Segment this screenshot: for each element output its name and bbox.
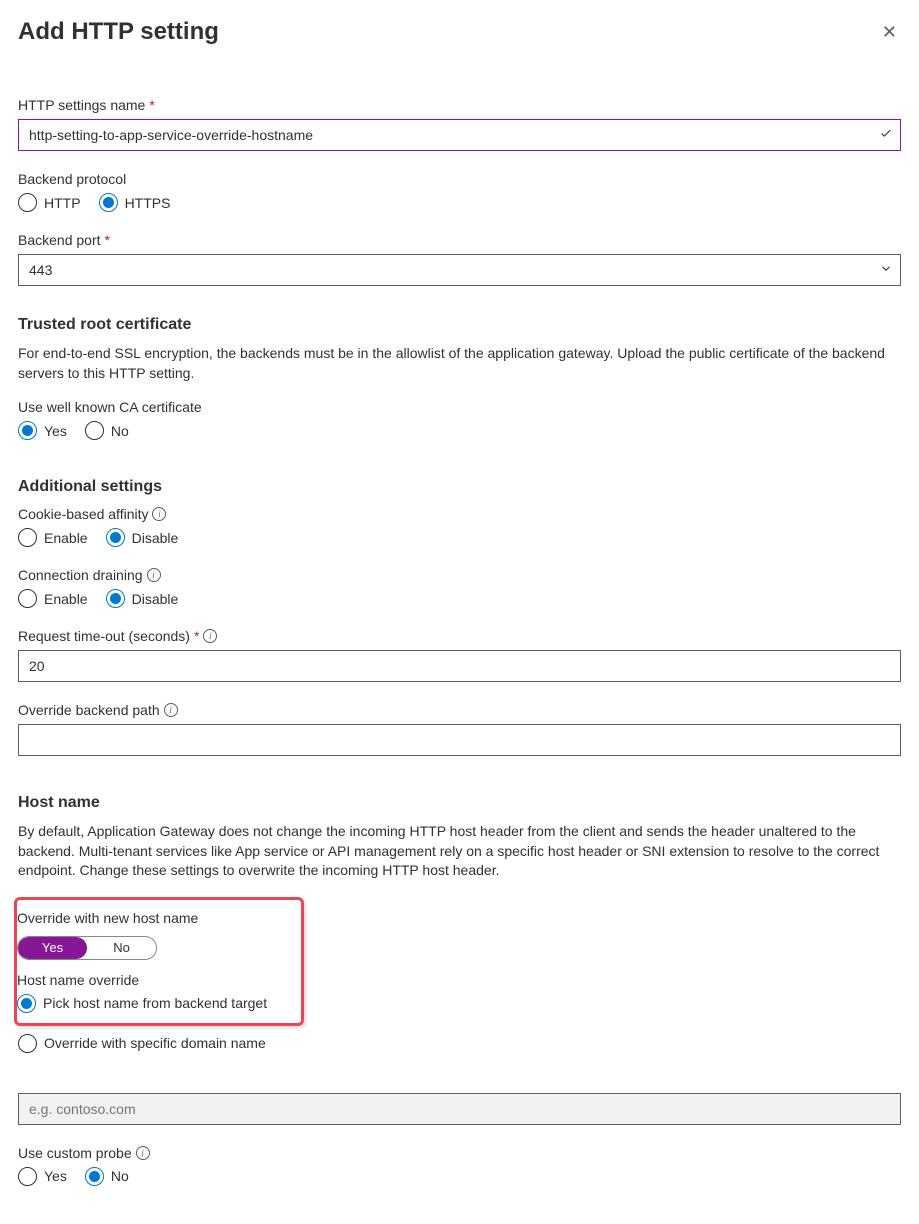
host-override-specific-radio[interactable]: Override with specific domain name [18,1034,901,1053]
ca-yes-radio[interactable]: Yes [18,421,67,440]
page-title: Add HTTP setting [18,18,219,46]
drain-disable-radio[interactable]: Disable [106,589,179,608]
custom-probe-label: Use custom probe i [18,1145,901,1161]
http-settings-name-label: HTTP settings name* [18,97,901,113]
radio-icon [18,589,37,608]
request-timeout-input[interactable] [18,650,901,682]
backend-port-input[interactable] [18,254,901,286]
host-name-heading: Host name [18,794,901,812]
host-name-override-label: Host name override [17,972,291,988]
trusted-root-heading: Trusted root certificate [18,316,901,334]
toggle-yes[interactable]: Yes [18,937,87,959]
cookie-affinity-label: Cookie-based affinity i [18,506,901,522]
radio-icon [106,589,125,608]
radio-icon [18,1167,37,1186]
toggle-no[interactable]: No [87,937,156,959]
info-icon[interactable]: i [136,1146,150,1160]
highlight-box: Override with new host name Yes No Host … [14,897,304,1026]
host-override-pick-radio[interactable]: Pick host name from backend target [17,994,291,1013]
backend-protocol-label: Backend protocol [18,171,901,187]
override-host-toggle[interactable]: Yes No [17,936,157,960]
domain-name-input [18,1093,901,1125]
host-name-description: By default, Application Gateway does not… [18,822,901,881]
info-icon[interactable]: i [164,703,178,717]
connection-draining-label: Connection draining i [18,567,901,583]
info-icon[interactable]: i [203,629,217,643]
trusted-root-description: For end-to-end SSL encryption, the backe… [18,344,901,383]
radio-icon [85,1167,104,1186]
request-timeout-label: Request time-out (seconds)* i [18,628,901,644]
radio-icon [18,193,37,212]
http-settings-name-input[interactable] [18,119,901,151]
probe-no-radio[interactable]: No [85,1167,129,1186]
ca-certificate-label: Use well known CA certificate [18,399,901,415]
override-backend-path-label: Override backend path i [18,702,901,718]
close-icon[interactable]: ✕ [878,18,901,47]
radio-icon [99,193,118,212]
radio-icon [85,421,104,440]
probe-yes-radio[interactable]: Yes [18,1167,67,1186]
additional-settings-heading: Additional settings [18,478,901,496]
override-backend-path-input[interactable] [18,724,901,756]
radio-icon [17,994,36,1013]
ca-no-radio[interactable]: No [85,421,129,440]
info-icon[interactable]: i [147,568,161,582]
info-icon[interactable]: i [152,507,166,521]
protocol-http-radio[interactable]: HTTP [18,193,81,212]
protocol-https-radio[interactable]: HTTPS [99,193,171,212]
override-new-host-label: Override with new host name [17,910,291,926]
backend-port-label: Backend port* [18,232,901,248]
radio-icon [18,421,37,440]
radio-icon [18,1034,37,1053]
cookie-enable-radio[interactable]: Enable [18,528,88,547]
radio-icon [18,528,37,547]
radio-icon [106,528,125,547]
drain-enable-radio[interactable]: Enable [18,589,88,608]
cookie-disable-radio[interactable]: Disable [106,528,179,547]
